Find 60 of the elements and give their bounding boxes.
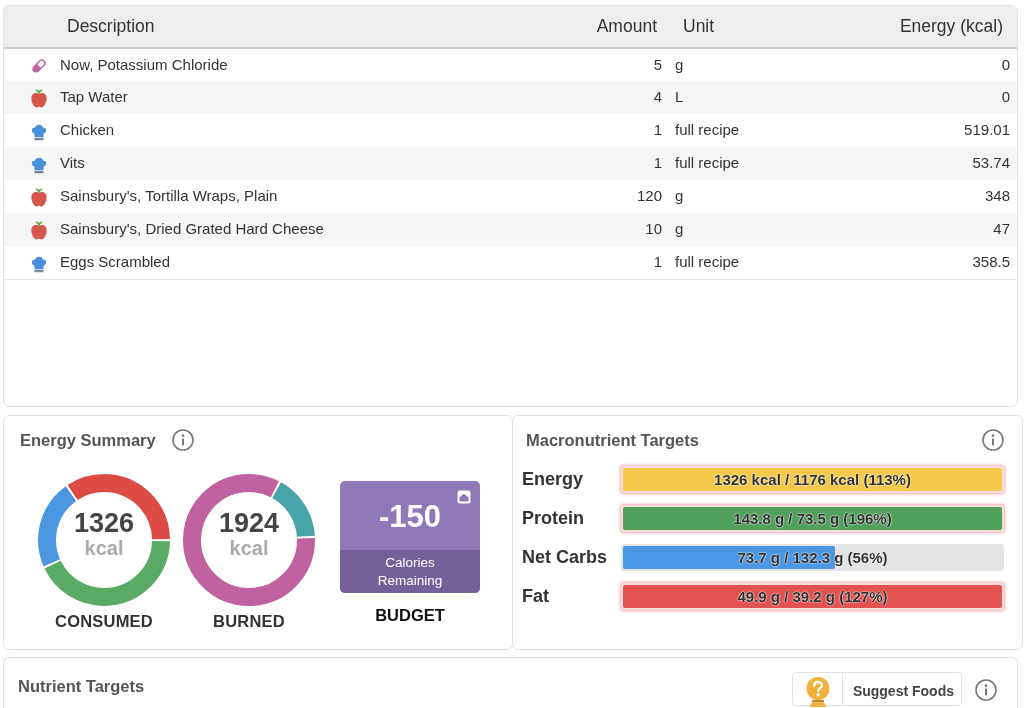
table-cell: full recipe (670, 114, 880, 147)
table-cell: Now, Potassium Chloride (54, 48, 570, 81)
table-cell: 47 (880, 213, 1017, 246)
panel-title: Energy Summary (20, 430, 156, 451)
table-cell: Sainsbury's, Dried Grated Hard Cheese (54, 213, 570, 246)
table-cell: 120 (570, 180, 670, 213)
column-header: Energy (kcal) (880, 6, 1017, 48)
kcal-value: 1924 (218, 509, 280, 538)
macro-label: Protein (522, 507, 585, 530)
budget-value: -150 (378, 499, 441, 534)
table-cell: 358.5 (880, 246, 1017, 279)
macro-label: Energy (522, 468, 585, 491)
table-cell: g (670, 48, 880, 81)
gauge-label: BURNED (213, 611, 285, 631)
table-cell: 5 (570, 48, 670, 81)
panel-title: Macronutrient Targets (526, 430, 699, 451)
column-header: Amount (570, 6, 670, 48)
table-cell: g (670, 213, 880, 246)
table-cell: 519.01 (880, 114, 1017, 147)
unit-label: kcal (229, 538, 269, 558)
table-cell: g (670, 180, 880, 213)
macro-label: Fat (522, 585, 550, 608)
info-icon[interactable] (171, 429, 194, 451)
table-cell: 1 (570, 246, 670, 279)
table-cell: Eggs Scrambled (54, 246, 570, 279)
apple-icon (30, 220, 48, 241)
suggest-foods-button[interactable]: Suggest Foods (791, 672, 962, 706)
macro-label: Net Carbs (522, 546, 609, 569)
table-cell: full recipe (670, 147, 880, 180)
table-cell: 1 (570, 147, 670, 180)
bar-reading: 49.9 g / 39.2 g (127%) (737, 586, 888, 607)
table-cell: 10 (570, 213, 670, 246)
budget-caption: Calories Remaining (340, 550, 480, 593)
gauge-label: CONSUMED (55, 611, 153, 631)
column-header: Unit (670, 6, 880, 48)
apple-icon (30, 187, 48, 208)
table-cell: Vits (54, 147, 570, 180)
table-cell: Sainsbury's, Tortilla Wraps, Plain (54, 180, 570, 213)
table-cell: full recipe (670, 246, 880, 279)
table-cell: 4 (570, 81, 670, 114)
info-icon[interactable] (975, 679, 997, 701)
column-header: Description (54, 6, 570, 48)
table-cell: 348 (880, 180, 1017, 213)
table-cell: 0 (880, 81, 1017, 114)
table-cell: L (670, 81, 880, 114)
kcal-value: 1326 (73, 509, 135, 538)
info-icon[interactable] (982, 429, 1004, 451)
table-cell: 1 (570, 114, 670, 147)
bar-reading: 73.7 g / 132.3 g (56%) (737, 547, 888, 568)
scale-icon[interactable] (457, 490, 471, 504)
table-cell: 0 (880, 48, 1017, 81)
bar-reading: 143.8 g / 73.5 g (196%) (733, 508, 892, 529)
bar-reading: 1326 kcal / 1176 kcal (113%) (714, 469, 911, 490)
table-cell: Chicken (54, 114, 570, 147)
table-cell: Tap Water (54, 81, 570, 114)
apple-icon (30, 88, 48, 109)
table-cell: 53.74 (880, 147, 1017, 180)
gauge-label: BUDGET (375, 605, 445, 625)
unit-label: kcal (84, 538, 124, 558)
panel-title: Nutrient Targets (18, 676, 145, 697)
